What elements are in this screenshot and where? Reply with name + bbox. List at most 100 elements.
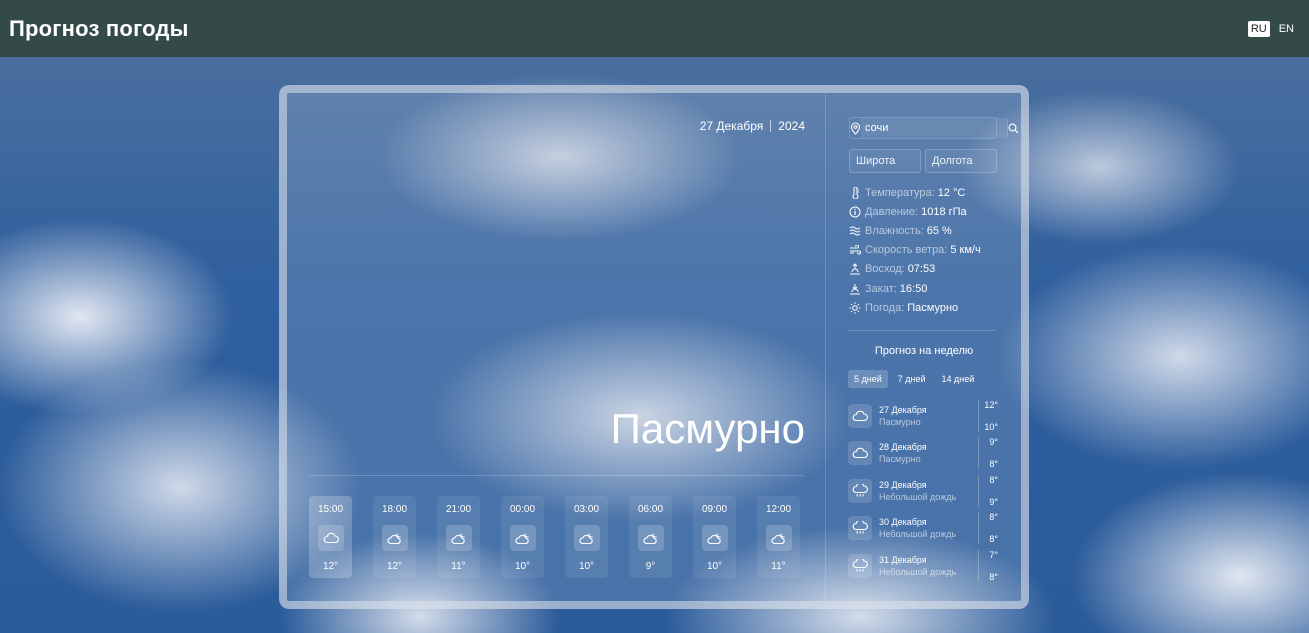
stat-row: Скорость ветра: 5 км/ч [848, 241, 981, 260]
hourly-time: 09:00 [701, 504, 728, 515]
cloud-rain-icon [848, 478, 872, 503]
tab-range[interactable]: 5 дней [848, 370, 888, 388]
details-panel: Температура:12 °CДавление:1018 гПаВлажно… [825, 93, 1021, 601]
day-temps: 8° 9° [978, 474, 998, 507]
stat-label: Давление: [865, 205, 919, 218]
stat-value: 5 км/ч [950, 244, 981, 257]
stat-row: Восход: 07:53 [848, 260, 981, 279]
cloud-rain-icon [848, 516, 872, 541]
stat-value: 16:50 [899, 282, 928, 295]
tab-range[interactable]: 7 дней [892, 370, 932, 388]
app-header: Прогноз погоды RU EN [0, 0, 1309, 57]
hourly-item[interactable]: 06:00 9° [629, 496, 672, 578]
stat-row: Температура: 12 °C [848, 183, 981, 202]
cloud-moon-icon [445, 525, 472, 551]
day-min-temp: 8° [989, 534, 998, 545]
daily-forecast-item[interactable]: 30 Декабря Небольшой дождь 8° 8° [848, 510, 998, 548]
day-max-temp: 12° [984, 399, 998, 410]
stat-value: 1018 гПа [921, 205, 967, 218]
stat-label: Восход: [865, 263, 905, 276]
day-condition: Пасмурно [879, 416, 921, 427]
weather-card: 27 Декабря 2024 Пасмурно 15:00 12° 18:00 12… [279, 85, 1029, 609]
hourly-item[interactable]: 03:00 10° [565, 496, 608, 578]
divider [309, 475, 803, 476]
hourly-item[interactable]: 00:00 10° [501, 496, 544, 578]
tab-range[interactable]: 14 дней [936, 370, 981, 388]
day-condition: Небольшой дождь [879, 529, 957, 540]
hourly-temp: 12° [322, 561, 339, 572]
sun-icon [848, 302, 862, 314]
hourly-item[interactable]: 18:00 12° [373, 496, 416, 578]
day-temps: 8° 8° [978, 512, 998, 545]
daily-forecast-item[interactable]: 31 Декабря Небольшой дождь 7° 8° [848, 547, 998, 585]
stat-label: Температура: [865, 186, 935, 199]
day-condition: Небольшой дождь [879, 566, 957, 577]
stat-label: Скорость ветра: [865, 244, 948, 257]
latitude-input[interactable] [849, 149, 921, 173]
search-icon [1008, 123, 1019, 133]
stat-row: Влажность: 65 % [848, 221, 981, 240]
daily-forecast-item[interactable]: 27 Декабря Пасмурно 12° 10° [848, 397, 998, 435]
search-button[interactable] [1007, 118, 1019, 138]
forecast-range-tabs: 5 дней 7 дней 14 дней [848, 370, 980, 388]
daily-forecast-item[interactable]: 28 Декабря Пасмурно 9° 8° [848, 435, 998, 473]
coordinates-inputs [849, 149, 997, 173]
day-date: 29 Декабря [879, 479, 927, 490]
day-date: 30 Декабря [879, 517, 927, 528]
current-date: 27 Декабря 2024 [700, 119, 805, 133]
daily-forecast-list: 27 Декабря Пасмурно 12° 10° 28 Декабря Пасмур… [848, 397, 998, 585]
day-max-temp: 8° [989, 474, 998, 485]
hourly-item[interactable]: 09:00 10° [693, 496, 736, 578]
hourly-temp: 11° [771, 561, 786, 572]
thermometer-icon [848, 186, 862, 199]
stat-row: Давление: 1018 гПа [848, 202, 981, 221]
humidity-icon [848, 225, 862, 236]
hourly-temp: 10° [706, 561, 723, 572]
day-min-temp: 9° [989, 496, 998, 507]
city-search-input[interactable] [861, 118, 1007, 138]
hourly-item[interactable]: 15:00 12° [309, 496, 352, 578]
stat-value: 65 % [926, 224, 952, 237]
info-icon [848, 206, 862, 218]
hourly-time: 03:00 [573, 504, 600, 515]
date-year: 2024 [778, 119, 805, 133]
lang-en-button[interactable]: EN [1276, 21, 1297, 37]
stat-row: Закат: 16:50 [848, 279, 981, 298]
hourly-time: 00:00 [509, 504, 536, 515]
daily-forecast-item[interactable]: 29 Декабря Небольшой дождь 8° 9° [848, 472, 998, 510]
lang-ru-button[interactable]: RU [1247, 20, 1270, 37]
hourly-time: 12:00 [765, 504, 792, 515]
hourly-item[interactable]: 12:00 11° [757, 496, 800, 578]
stat-label: Влажность: [865, 224, 924, 237]
day-info: 30 Декабря Небольшой дождь [879, 516, 978, 540]
city-search [849, 117, 1019, 139]
day-max-temp: 9° [989, 437, 998, 448]
hourly-item[interactable]: 21:00 11° [437, 496, 480, 578]
day-info: 29 Декабря Небольшой дождь [879, 479, 978, 503]
cloud-moon-icon [637, 525, 664, 551]
day-condition: Небольшой дождь [879, 491, 957, 502]
stat-value: Пасмурно [907, 301, 959, 314]
day-min-temp: 8° [989, 571, 998, 582]
divider [848, 330, 996, 331]
cloud-moon-icon [381, 525, 408, 551]
cloud-moon-icon [573, 525, 600, 551]
day-info: 28 Декабря Пасмурно [879, 441, 978, 465]
hourly-temp: 9° [645, 561, 656, 572]
day-info: 27 Декабря Пасмурно [879, 404, 978, 428]
hourly-forecast: 15:00 12° 18:00 12° 21:00 11° 00:00 10° 03:00 10°… [309, 496, 800, 578]
cloud-icon [317, 525, 344, 551]
cloud-icon [848, 441, 872, 466]
cloud-icon [848, 403, 872, 428]
language-switcher: RU EN [1247, 20, 1297, 37]
hourly-time: 18:00 [381, 504, 408, 515]
stat-value: 12 °C [937, 186, 966, 199]
stat-row: Погода: Пасмурно [848, 298, 981, 317]
longitude-input[interactable] [925, 149, 997, 173]
hourly-temp: 10° [514, 561, 531, 572]
cloud-moon-icon [509, 525, 536, 551]
hourly-time: 21:00 [445, 504, 472, 515]
sunset-icon [848, 283, 862, 295]
day-date: 31 Декабря [879, 554, 927, 565]
stat-label: Погода: [865, 301, 905, 314]
